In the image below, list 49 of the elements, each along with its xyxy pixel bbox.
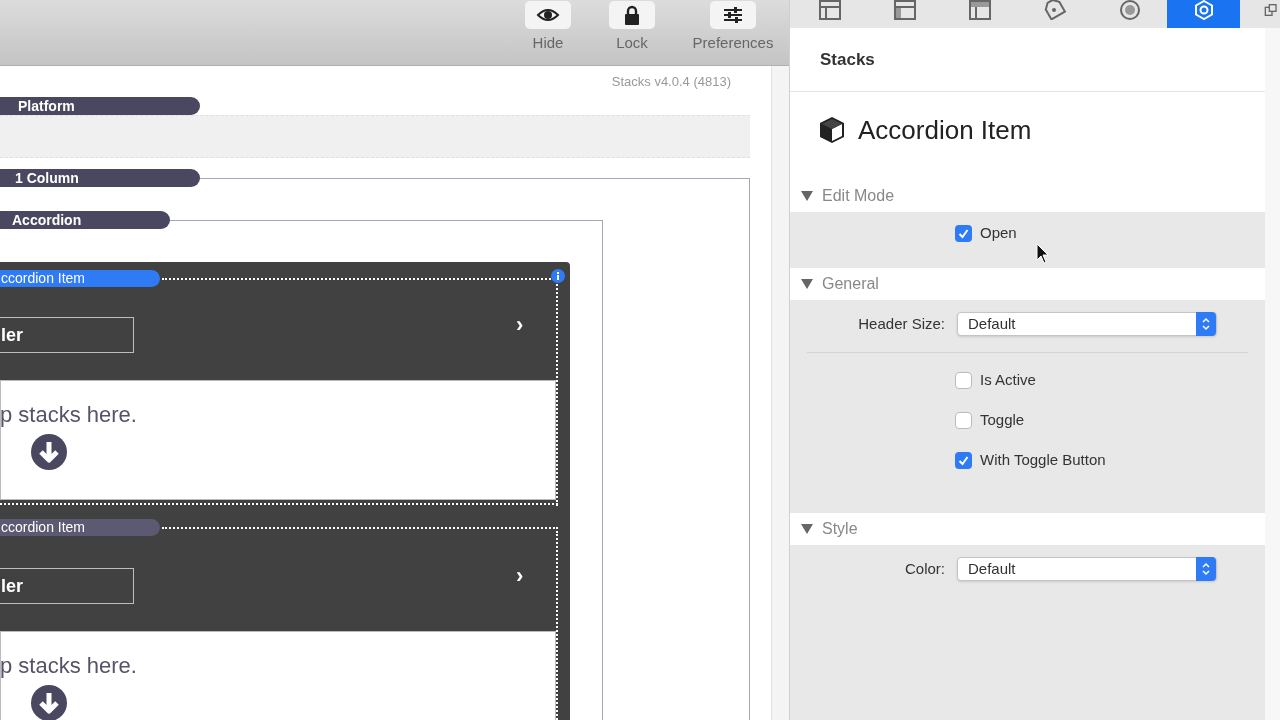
toolbar-button[interactable]: Lock xyxy=(599,0,665,52)
circle-icon xyxy=(1117,0,1142,20)
cube-icon xyxy=(818,116,846,144)
disclosure-triangle-icon xyxy=(800,522,814,536)
checkbox[interactable] xyxy=(955,224,972,242)
field-label: Color: xyxy=(904,558,945,579)
chevron-button[interactable]: › xyxy=(516,315,524,335)
checkbox-label: With Toggle Button xyxy=(980,449,1106,470)
field-label: Header Size: xyxy=(857,313,945,334)
header-field[interactable]: ler xyxy=(0,568,134,604)
checkbox[interactable] xyxy=(955,411,972,429)
layout-icon xyxy=(817,0,842,20)
panel-title: Stacks xyxy=(820,48,875,71)
select-dropdown[interactable]: Default xyxy=(957,312,1217,336)
chevron-button[interactable]: › xyxy=(516,566,524,586)
toolbar-button[interactable]: Preferences xyxy=(683,0,783,52)
stack-label[interactable]: 1 Column xyxy=(0,169,200,187)
disclosure-triangle-icon xyxy=(800,189,814,203)
download-arrow-icon xyxy=(31,685,67,720)
tag-icon xyxy=(1042,0,1067,20)
stack-label[interactable]: Platform xyxy=(0,97,200,115)
checkbox[interactable] xyxy=(955,371,972,389)
scrollbar-track[interactable] xyxy=(1265,28,1280,720)
sliders-icon xyxy=(721,5,745,25)
updown-arrows-icon xyxy=(1201,562,1211,576)
disclosure-triangle-icon xyxy=(800,277,814,291)
section-header[interactable]: Style xyxy=(790,513,1265,545)
inspector-tab[interactable] xyxy=(1167,0,1240,28)
section-header[interactable]: Edit Mode xyxy=(790,180,1265,212)
scrollbar-track[interactable] xyxy=(771,66,789,720)
checkbox-label: Open xyxy=(980,222,1017,243)
updown-arrows-icon xyxy=(1201,317,1211,331)
drop-hint: p stacks here. xyxy=(0,654,137,678)
toolbar-button[interactable]: Hide xyxy=(515,0,581,52)
layout-icon xyxy=(892,0,917,20)
checkbox-label: Is Active xyxy=(980,369,1036,390)
stack-label[interactable]: Accordion xyxy=(0,211,170,229)
section-header[interactable]: General xyxy=(790,268,1265,300)
checkbox[interactable] xyxy=(955,451,972,469)
select-dropdown[interactable]: Default xyxy=(957,557,1217,581)
header-field[interactable]: ler xyxy=(0,317,134,353)
checkbox-label: Toggle xyxy=(980,409,1025,430)
stack-label[interactable]: ccordion Item xyxy=(0,270,160,287)
version-label: Stacks v4.0.4 (4813) xyxy=(611,73,731,91)
stack-label[interactable]: ccordion Item xyxy=(0,519,160,536)
drop-hint: p stacks here. xyxy=(0,403,137,427)
cursor-icon xyxy=(1036,243,1050,265)
layout-icon xyxy=(967,0,992,20)
stack-title: Accordion Item xyxy=(858,113,1032,147)
